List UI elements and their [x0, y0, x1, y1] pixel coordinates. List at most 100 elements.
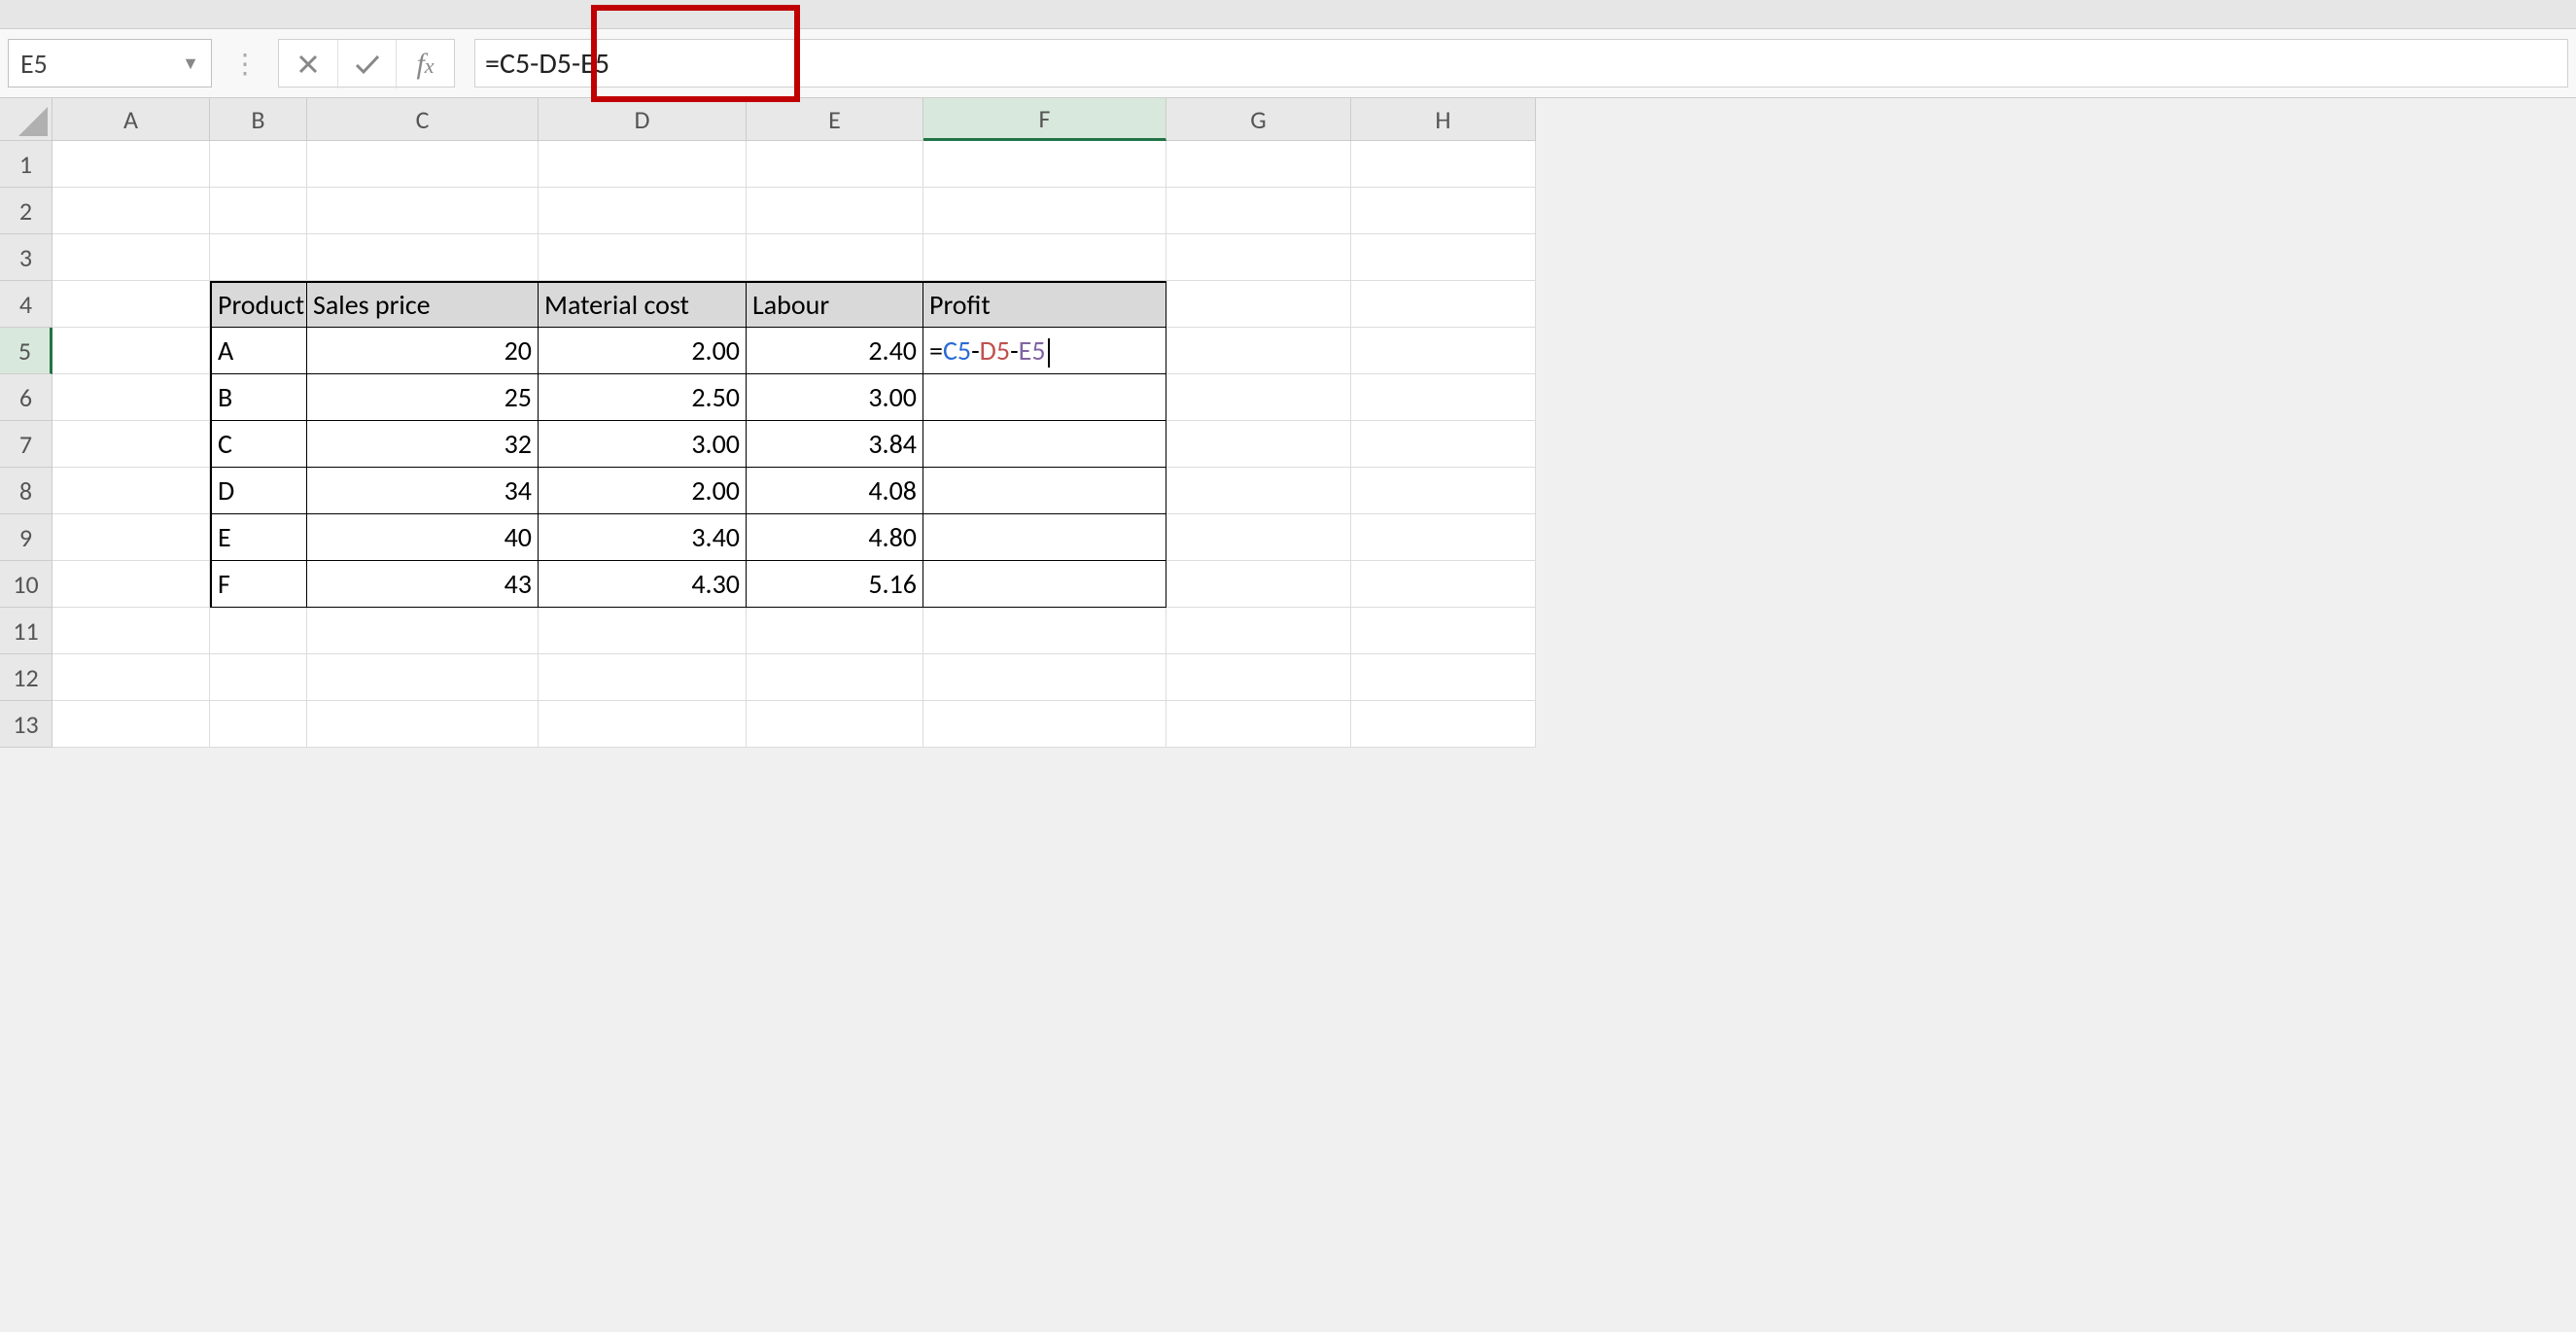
cell-C4[interactable]: Sales price [307, 281, 539, 328]
cell-G12[interactable] [1166, 654, 1351, 701]
cell-A2[interactable] [52, 188, 210, 234]
select-all-button[interactable] [0, 98, 52, 141]
cell-A9[interactable] [52, 514, 210, 561]
cell-A6[interactable] [52, 374, 210, 421]
cell-A8[interactable] [52, 468, 210, 514]
cell-E10[interactable]: 5.16 [747, 561, 923, 608]
row-header-5[interactable]: 5 [0, 328, 52, 374]
cell-E4[interactable]: Labour [747, 281, 923, 328]
cell-C2[interactable] [307, 188, 539, 234]
cell-F2[interactable] [923, 188, 1166, 234]
col-header-C[interactable]: C [307, 98, 539, 141]
cell-B7[interactable]: C [210, 421, 307, 468]
row-header-4[interactable]: 4 [0, 281, 52, 328]
cell-D8[interactable]: 2.00 [539, 468, 747, 514]
cell-D12[interactable] [539, 654, 747, 701]
cell-F7[interactable] [923, 421, 1166, 468]
col-header-G[interactable]: G [1166, 98, 1351, 141]
cell-F13[interactable] [923, 701, 1166, 748]
cell-C7[interactable]: 32 [307, 421, 539, 468]
cell-H3[interactable] [1351, 234, 1536, 281]
cell-E5[interactable]: 2.40 [747, 328, 923, 374]
cell-A13[interactable] [52, 701, 210, 748]
row-header-1[interactable]: 1 [0, 141, 52, 188]
cell-G4[interactable] [1166, 281, 1351, 328]
cell-C8[interactable]: 34 [307, 468, 539, 514]
cell-G3[interactable] [1166, 234, 1351, 281]
cell-H13[interactable] [1351, 701, 1536, 748]
cell-A11[interactable] [52, 608, 210, 654]
cell-D3[interactable] [539, 234, 747, 281]
cell-B8[interactable]: D [210, 468, 307, 514]
cell-H9[interactable] [1351, 514, 1536, 561]
col-header-A[interactable]: A [52, 98, 210, 141]
cell-B2[interactable] [210, 188, 307, 234]
cell-A1[interactable] [52, 141, 210, 188]
row-header-2[interactable]: 2 [0, 188, 52, 234]
col-header-E[interactable]: E [747, 98, 923, 141]
cell-D6[interactable]: 2.50 [539, 374, 747, 421]
cell-F10[interactable] [923, 561, 1166, 608]
cell-D4[interactable]: Material cost [539, 281, 747, 328]
cell-H4[interactable] [1351, 281, 1536, 328]
cell-C6[interactable]: 25 [307, 374, 539, 421]
cell-B13[interactable] [210, 701, 307, 748]
cell-G5[interactable] [1166, 328, 1351, 374]
cell-A3[interactable] [52, 234, 210, 281]
cell-F8[interactable] [923, 468, 1166, 514]
cell-G11[interactable] [1166, 608, 1351, 654]
cell-F5[interactable]: =C5-D5-E5 [923, 328, 1166, 374]
cell-E8[interactable]: 4.08 [747, 468, 923, 514]
cell-B5[interactable]: A [210, 328, 307, 374]
cell-F12[interactable] [923, 654, 1166, 701]
cancel-button[interactable] [279, 40, 337, 88]
cell-E6[interactable]: 3.00 [747, 374, 923, 421]
cell-C9[interactable]: 40 [307, 514, 539, 561]
cell-B1[interactable] [210, 141, 307, 188]
cell-F6[interactable] [923, 374, 1166, 421]
cell-E9[interactable]: 4.80 [747, 514, 923, 561]
cell-E13[interactable] [747, 701, 923, 748]
cell-B6[interactable]: B [210, 374, 307, 421]
cell-F4[interactable]: Profit [923, 281, 1166, 328]
cell-F1[interactable] [923, 141, 1166, 188]
cell-E12[interactable] [747, 654, 923, 701]
cell-C13[interactable] [307, 701, 539, 748]
cell-G8[interactable] [1166, 468, 1351, 514]
cell-G7[interactable] [1166, 421, 1351, 468]
cell-D7[interactable]: 3.00 [539, 421, 747, 468]
col-header-H[interactable]: H [1351, 98, 1536, 141]
cell-D11[interactable] [539, 608, 747, 654]
cell-G10[interactable] [1166, 561, 1351, 608]
chevron-down-icon[interactable]: ▼ [182, 53, 199, 74]
insert-function-button[interactable]: fx [396, 40, 454, 88]
cell-H12[interactable] [1351, 654, 1536, 701]
cell-F3[interactable] [923, 234, 1166, 281]
cell-C3[interactable] [307, 234, 539, 281]
cell-B12[interactable] [210, 654, 307, 701]
cell-A10[interactable] [52, 561, 210, 608]
cell-B9[interactable]: E [210, 514, 307, 561]
cell-G1[interactable] [1166, 141, 1351, 188]
cell-A12[interactable] [52, 654, 210, 701]
cell-C12[interactable] [307, 654, 539, 701]
cell-B3[interactable] [210, 234, 307, 281]
row-header-9[interactable]: 9 [0, 514, 52, 561]
cell-H6[interactable] [1351, 374, 1536, 421]
cell-G13[interactable] [1166, 701, 1351, 748]
cell-D1[interactable] [539, 141, 747, 188]
cell-A5[interactable] [52, 328, 210, 374]
cell-C10[interactable]: 43 [307, 561, 539, 608]
row-header-13[interactable]: 13 [0, 701, 52, 748]
cell-C1[interactable] [307, 141, 539, 188]
cell-E11[interactable] [747, 608, 923, 654]
cell-B4[interactable]: Product [210, 281, 307, 328]
col-header-D[interactable]: D [539, 98, 747, 141]
row-header-12[interactable]: 12 [0, 654, 52, 701]
cell-G2[interactable] [1166, 188, 1351, 234]
cell-G9[interactable] [1166, 514, 1351, 561]
cell-D5[interactable]: 2.00 [539, 328, 747, 374]
cell-D10[interactable]: 4.30 [539, 561, 747, 608]
row-header-6[interactable]: 6 [0, 374, 52, 421]
cell-A7[interactable] [52, 421, 210, 468]
